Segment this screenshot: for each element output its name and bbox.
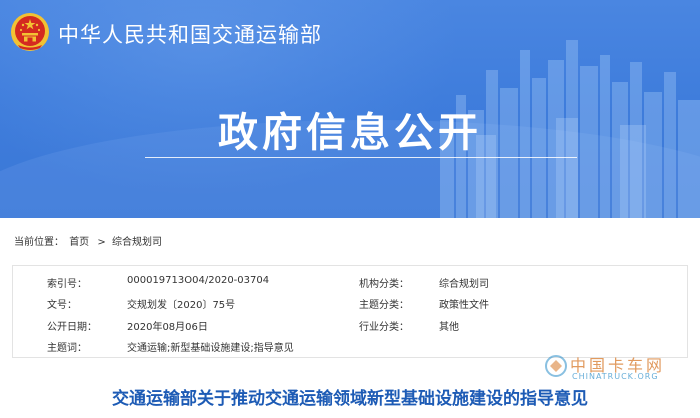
meta-value: 其他 [439, 322, 459, 333]
meta-key: 文号： [47, 300, 77, 311]
breadcrumb-separator: > [97, 237, 106, 248]
ministry-name[interactable]: 中华人民共和国交通运输部 [58, 19, 322, 49]
meta-row: 公开日期： 2020年08月06日 行业分类： 其他 [13, 313, 687, 334]
meta-value: 交通运输;新型基础设施建设;指导意见 [127, 343, 294, 354]
meta-key: 索引号： [47, 279, 87, 290]
meta-key: 机构分类： [359, 279, 409, 290]
meta-value: 000019713O04/2020-03704 [127, 275, 270, 286]
meta-key: 主题分类： [359, 300, 409, 311]
meta-row: 索引号： 000019713O04/2020-03704 机构分类： 综合规划司 [13, 270, 687, 291]
meta-value: 交规划发〔2020〕75号 [127, 300, 236, 311]
watermark-logo-icon [545, 355, 567, 377]
heading-divider [145, 157, 577, 158]
national-emblem-icon [11, 13, 49, 51]
meta-value: 2020年08月06日 [127, 322, 208, 333]
breadcrumb-department-link[interactable]: 综合规划司 [112, 237, 162, 248]
page-heading: 政府信息公开 [218, 110, 482, 156]
meta-row: 文号： 交规划发〔2020〕75号 主题分类： 政策性文件 [13, 291, 687, 312]
breadcrumb: 当前位置： 首页 > 综合规划司 [14, 233, 164, 248]
watermark-en-text: CHINATRUCK.ORG [572, 372, 659, 381]
meta-value: 政策性文件 [439, 300, 489, 311]
meta-key: 主题词： [47, 343, 87, 354]
header-banner: 中华人民共和国交通运输部 政府信息公开 [0, 0, 700, 218]
site-watermark: 中国卡车网 CHINATRUCK.ORG [542, 351, 692, 387]
article-title: 交通运输部关于推动交通运输领域新型基础设施建设的指导意见 [112, 389, 588, 409]
breadcrumb-prefix: 当前位置： [14, 237, 64, 248]
meta-key: 行业分类： [359, 322, 409, 333]
meta-value: 综合规划司 [439, 279, 489, 290]
document-meta-table: 索引号： 000019713O04/2020-03704 机构分类： 综合规划司… [12, 265, 688, 358]
breadcrumb-home-link[interactable]: 首页 [69, 237, 89, 248]
meta-key: 公开日期： [47, 322, 97, 333]
